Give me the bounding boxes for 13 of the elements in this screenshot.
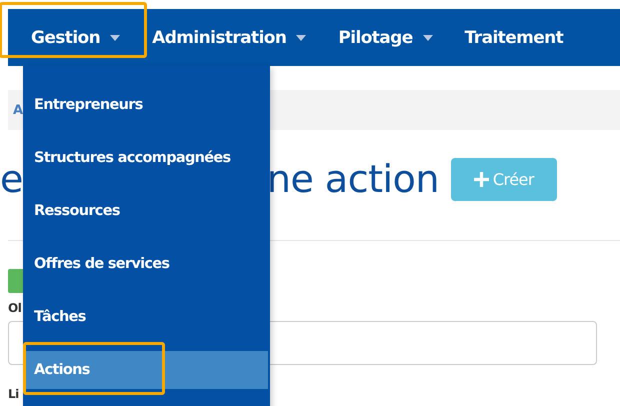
breadcrumb-link[interactable]: A [13,102,24,118]
menu-item[interactable]: Entrepreneurs [23,86,270,124]
nav-menu-item[interactable]: Administration [143,28,316,48]
menu-item[interactable]: Actions [23,351,268,389]
menu-item[interactable]: Tâches [23,298,270,336]
page-title: e [0,157,23,201]
field-label: Ol [8,301,22,315]
nav-menu-item[interactable]: Pilotage [329,28,442,48]
field-label: Li [8,387,19,401]
plus-icon [474,172,489,186]
nav-menu-item[interactable]: Gestion [22,28,130,48]
menu-item[interactable]: Offres de services [23,245,270,283]
nav-menu-item[interactable]: Traitement [456,28,572,48]
